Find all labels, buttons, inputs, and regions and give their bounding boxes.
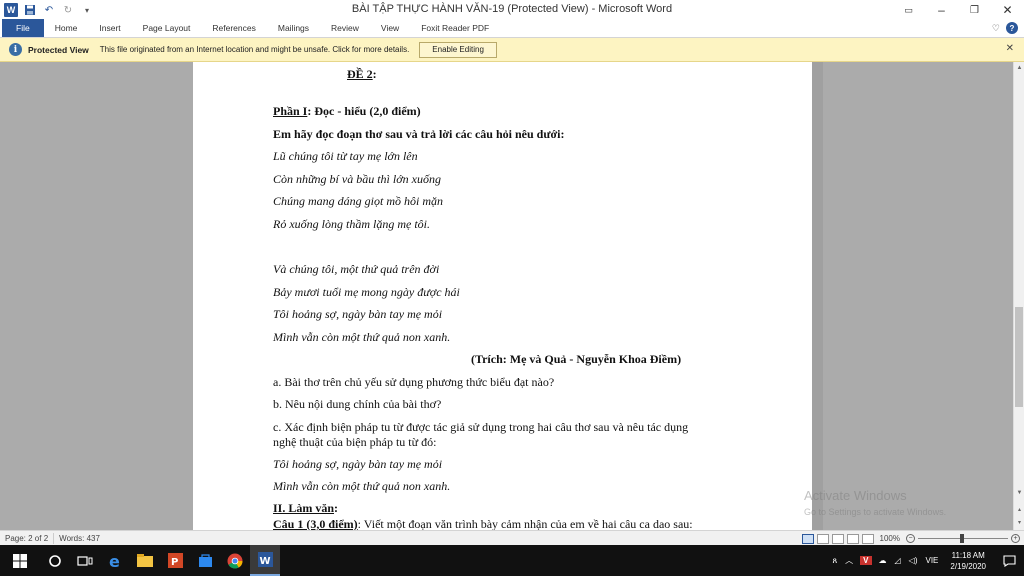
poem-line: Và chúng tôi, một thứ quả trên đời <box>273 262 440 276</box>
draft-view-icon[interactable] <box>861 533 874 544</box>
page-count[interactable]: Page: 2 of 2 <box>0 532 55 544</box>
tab-insert[interactable]: Insert <box>88 19 131 37</box>
status-bar: Page: 2 of 2 Words: 437 100% − + <box>0 530 1024 545</box>
poem-line: Tôi hoảng sợ, ngày bàn tay mẹ mỏi <box>273 457 443 471</box>
next-page-icon[interactable]: ▾ <box>1015 517 1024 527</box>
protected-view-title: Protected View <box>28 44 89 55</box>
protected-view-message[interactable]: This file originated from an Internet lo… <box>100 45 410 54</box>
zoom-level[interactable]: 100% <box>880 534 900 543</box>
doc-instruction: Em hãy đọc đoạn thơ sau và trả lời các c… <box>273 127 565 141</box>
clock-date: 2/19/2020 <box>950 561 986 571</box>
zoom-in-icon[interactable]: + <box>1011 534 1020 543</box>
windows-start-icon[interactable] <box>0 545 40 576</box>
tab-view[interactable]: View <box>370 19 410 37</box>
web-layout-view-icon[interactable] <box>831 533 844 544</box>
close-icon[interactable]: ✕ <box>1006 43 1014 54</box>
tab-file[interactable]: File <box>2 19 44 37</box>
input-language[interactable]: VIE <box>922 556 943 565</box>
poem-line: Chúng mang dáng giọt mồ hôi mặn <box>273 194 444 208</box>
task-view-icon[interactable] <box>70 545 100 576</box>
word-app-icon[interactable]: W <box>3 2 19 18</box>
people-icon[interactable]: ጸ <box>828 556 841 566</box>
tab-foxit-reader-pdf[interactable]: Foxit Reader PDF <box>410 19 500 37</box>
poem-line: Lũ chúng tôi từ tay mẹ lớn lên <box>273 149 418 163</box>
info-icon: i <box>9 43 22 56</box>
poem-line: Mình vẫn còn một thứ quả non xanh. <box>273 479 451 493</box>
zoom-out-icon[interactable]: − <box>906 534 915 543</box>
redo-icon[interactable]: ↻ <box>60 2 76 18</box>
doc-question: Câu 1 (3,0 điểm): Viết một đoạn văn trìn… <box>273 517 693 530</box>
quick-access-toolbar: W ↶ ↻ ▾ <box>0 0 98 20</box>
enable-editing-button[interactable]: Enable Editing <box>419 41 497 58</box>
minimize-button[interactable]: – <box>925 0 958 20</box>
poem-line: Tôi hoảng sợ, ngày bàn tay mẹ mỏi <box>273 307 443 321</box>
doc-section-heading: II. Làm văn: <box>273 501 339 515</box>
poem-line: Rỏ xuống lòng thầm lặng mẹ tôi. <box>273 217 430 231</box>
scroll-down-icon[interactable]: ▼ <box>1015 488 1024 498</box>
document-area[interactable]: ĐỀ 2: Phần I: Đọc - hiểu (2,0 điểm) Em h… <box>0 62 1013 530</box>
expand-ribbon-icon[interactable]: ♡ <box>992 23 1000 34</box>
vertical-scrollbar[interactable]: ▲ ▼ ▴ ▾ <box>1013 62 1024 530</box>
document-page[interactable]: ĐỀ 2: Phần I: Đọc - hiểu (2,0 điểm) Em h… <box>193 62 820 530</box>
restore-button[interactable]: ❐ <box>958 0 991 20</box>
save-icon[interactable] <box>22 2 38 18</box>
tab-references[interactable]: References <box>201 19 266 37</box>
windows-taskbar: e P W ጸ ︿ V ☁ ◿ ◁) VIE 11:18 AM 2/19/202… <box>0 545 1024 576</box>
chrome-icon[interactable] <box>220 545 250 576</box>
ribbon-tabs: File Home Insert Page Layout References … <box>0 19 1024 38</box>
svg-text:W: W <box>259 556 270 567</box>
poem-citation: (Trích: Mẹ và Quả - Nguyễn Khoa Điềm) <box>471 352 682 366</box>
powerpoint-icon[interactable]: P <box>160 545 190 576</box>
activate-windows-hint: Go to Settings to activate Windows. <box>804 507 947 517</box>
file-explorer-icon[interactable] <box>130 545 160 576</box>
question-a: a. Bài thơ trên chủ yếu sử dụng phương t… <box>273 375 555 389</box>
clock[interactable]: 11:18 AM 2/19/2020 <box>942 550 994 572</box>
tab-mailings[interactable]: Mailings <box>267 19 320 37</box>
window-title: BÀI TẬP THỰC HÀNH VĂN-19 (Protected View… <box>351 3 673 15</box>
help-icon[interactable]: ? <box>1006 22 1018 34</box>
title-bar: W ↶ ↻ ▾ BÀI TẬP THỰC HÀNH VĂN-19 (Protec… <box>0 0 1024 20</box>
question-c-continued: nghệ thuật của biện pháp tu từ đó: <box>273 435 437 449</box>
onedrive-icon[interactable]: ☁ <box>875 556 891 565</box>
scroll-up-icon[interactable]: ▲ <box>1015 63 1024 73</box>
activate-windows-watermark: Activate Windows <box>804 488 907 503</box>
previous-page-icon[interactable]: ▴ <box>1015 504 1024 514</box>
close-button[interactable]: ✕ <box>991 0 1024 20</box>
tab-review[interactable]: Review <box>320 19 370 37</box>
store-icon[interactable] <box>190 545 220 576</box>
print-layout-view-icon[interactable] <box>801 533 814 544</box>
poem-line: Còn những bí và bầu thì lớn xuống <box>273 172 441 186</box>
clock-time: 11:18 AM <box>951 550 985 560</box>
protected-view-bar: i Protected View This file originated fr… <box>0 38 1024 62</box>
show-hidden-icons-icon[interactable]: ︿ <box>841 555 857 566</box>
notification-center-icon[interactable] <box>994 545 1024 576</box>
search-icon[interactable] <box>40 545 70 576</box>
poem-line: Mình vẫn còn một thứ quả non xanh. <box>273 330 451 344</box>
word-taskbar-icon[interactable]: W <box>250 545 280 576</box>
ribbon-display-options-icon[interactable]: ▭ <box>892 0 925 20</box>
zoom-slider-thumb[interactable] <box>960 534 964 543</box>
svg-text:P: P <box>171 557 178 568</box>
system-tray: ጸ ︿ V ☁ ◿ ◁) VIE 11:18 AM 2/19/2020 <box>828 545 1024 576</box>
svg-text:e: e <box>109 553 120 569</box>
outline-view-icon[interactable] <box>846 533 859 544</box>
page-shadow <box>812 62 823 530</box>
doc-heading: ĐỀ 2: <box>347 67 377 81</box>
scroll-thumb[interactable] <box>1015 307 1023 407</box>
poem-line: Bảy mươi tuổi mẹ mong ngày được hái <box>273 285 460 299</box>
zoom-slider[interactable] <box>918 534 1008 543</box>
tab-page-layout[interactable]: Page Layout <box>132 19 202 37</box>
full-screen-reading-view-icon[interactable] <box>816 533 829 544</box>
antivirus-icon[interactable]: V <box>860 556 872 565</box>
volume-icon[interactable]: ◁) <box>905 556 922 565</box>
customize-qat-icon[interactable]: ▾ <box>79 2 95 18</box>
word-count[interactable]: Words: 437 <box>54 533 105 544</box>
doc-section-heading: Phần I: Đọc - hiểu (2,0 điểm) <box>273 104 421 118</box>
network-icon[interactable]: ◿ <box>891 556 905 565</box>
tab-home[interactable]: Home <box>44 19 89 37</box>
edge-browser-icon[interactable]: e <box>100 545 130 576</box>
question-b: b. Nêu nội dung chính của bài thơ? <box>273 397 442 411</box>
question-c: c. Xác định biện pháp tu từ được tác giả… <box>273 420 689 434</box>
undo-icon[interactable]: ↶ <box>41 2 57 18</box>
